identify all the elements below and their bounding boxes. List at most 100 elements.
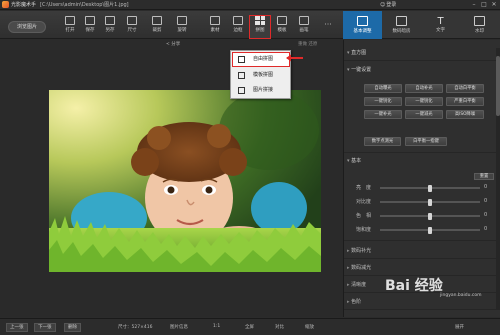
collage-dropdown-menu: 自由拼图 模板拼图 图片拼接 [230, 50, 291, 99]
resize-tool-label: 尺寸 [127, 28, 137, 33]
more-tool[interactable]: ··· [318, 16, 338, 38]
browse-images-button[interactable]: 浏览图片 [8, 21, 46, 33]
template-collage-item[interactable]: 模板拼图 [233, 69, 289, 82]
hue-knob[interactable] [428, 212, 432, 220]
basic-section[interactable]: 基本 [347, 157, 361, 164]
panel-scrollbar[interactable] [496, 48, 500, 310]
brightness-label: 亮 度 [356, 185, 372, 191]
digital-spot-metering-button[interactable]: 数字点测光 [364, 137, 401, 146]
prev-image-button[interactable]: 上一张 [6, 323, 28, 332]
redo-restore-buttons[interactable]: 重做 还原 [298, 41, 317, 47]
one-key-sharpen-button[interactable]: 一键锐化 [364, 97, 402, 106]
one-key-reduce-light-button[interactable]: 一键减光 [405, 110, 443, 119]
border-tool[interactable]: 边框 [228, 16, 248, 38]
resize-tool[interactable]: 尺寸 [122, 16, 142, 38]
border-icon [233, 16, 243, 25]
histogram-section[interactable]: 直方图 [347, 49, 366, 56]
divider [344, 152, 500, 153]
fullscreen-button[interactable]: 全屏 [245, 324, 254, 330]
baidu-watermark-url: jingyan.baidu.com [440, 293, 482, 298]
actual-size-button[interactable]: 1:1 [213, 324, 220, 329]
material-tool[interactable]: 素材 [205, 16, 225, 38]
share-button[interactable]: < 分享 [166, 41, 180, 47]
free-collage-item[interactable]: 自由拼图 [232, 52, 290, 67]
canvas-toolbar: < 分享 重做 还原 [0, 40, 343, 50]
contrast-slider[interactable] [380, 198, 480, 206]
brightness-slider[interactable] [380, 184, 480, 192]
saturation-label: 饱和度 [356, 227, 372, 233]
brightness-knob[interactable] [428, 184, 432, 192]
save-as-tool[interactable]: 另存 [100, 16, 120, 38]
contrast-label: 对比度 [356, 199, 372, 205]
crop-icon [152, 16, 162, 25]
delete-button[interactable]: 删除 [64, 323, 81, 332]
auto-exposure-button[interactable]: 自动曝光 [364, 84, 402, 93]
baidu-watermark: Bai 经验 [385, 278, 443, 294]
brush-tool[interactable]: 画笔 [294, 16, 314, 38]
free-collage-icon [238, 56, 245, 63]
template-tool-label: 模板 [277, 28, 287, 33]
tab-basic-adjust-label: 基本调整 [353, 29, 372, 34]
close-button[interactable]: ✕ [490, 1, 498, 8]
collage-tool[interactable]: 拼图 [249, 15, 271, 39]
zoom-button[interactable]: 缩放 [305, 324, 314, 330]
reset-button[interactable]: 重置 [474, 173, 494, 180]
auto-fill-light-button[interactable]: 自动补光 [405, 84, 443, 93]
image-join-item[interactable]: 图片拼接 [233, 84, 289, 97]
tab-text-label: 文字 [436, 28, 445, 33]
template-tool[interactable]: 模板 [272, 16, 292, 38]
tab-darkroom-label: 数码暗房 [392, 29, 411, 34]
maximize-button[interactable]: □ [480, 1, 488, 8]
saturation-slider[interactable] [380, 226, 480, 234]
material-icon [210, 16, 220, 25]
basic-adjust-icon [357, 16, 368, 26]
app-title: 光影魔术手 [11, 2, 37, 8]
resize-icon [127, 16, 137, 25]
red-arrow-annotation [286, 54, 303, 62]
image-join-label: 图片拼接 [253, 87, 274, 93]
rotate-tool-label: 旋转 [177, 28, 187, 33]
image-canvas[interactable] [0, 50, 343, 317]
save-icon [85, 16, 95, 25]
fill-light-section[interactable]: 数码补光 [347, 247, 371, 254]
crop-tool-label: 裁剪 [152, 28, 162, 33]
open-tool[interactable]: 打开 [60, 16, 80, 38]
template-icon [277, 16, 287, 25]
tab-basic-adjust[interactable]: 基本调整 [343, 11, 382, 39]
clarity-section[interactable]: 清晰度 [347, 281, 366, 288]
file-path: [C:\Users\admin\Desktop\图片1.jpg] [40, 2, 129, 8]
white-balance-picker-button[interactable]: 白平衡一指键 [405, 137, 447, 146]
material-tool-label: 素材 [210, 28, 220, 33]
next-image-button[interactable]: 下一张 [34, 323, 56, 332]
tab-watermark[interactable]: 水印 [460, 11, 499, 39]
hue-label: 色 相 [356, 213, 372, 219]
divider [344, 258, 500, 259]
login-label: 登录 [386, 2, 397, 8]
save-tool[interactable]: 保存 [80, 16, 100, 38]
collage-tool-label: 拼图 [255, 28, 265, 33]
hue-slider[interactable] [380, 212, 480, 220]
brush-tool-label: 画笔 [299, 28, 309, 33]
one-key-fill-light-button[interactable]: 一键补光 [364, 110, 402, 119]
image-join-icon [238, 87, 245, 94]
login-button[interactable]: ☺ 登录 [380, 1, 397, 9]
high-iso-denoise-button[interactable]: 高ISO降噪 [446, 110, 484, 119]
user-icon: ☺ [380, 1, 386, 8]
tab-darkroom[interactable]: 数码暗房 [382, 11, 421, 39]
one-key-section[interactable]: 一键设置 [347, 66, 371, 73]
auto-white-balance-button[interactable]: 自动白平衡 [446, 84, 484, 93]
contrast-knob[interactable] [428, 198, 432, 206]
expand-button[interactable]: 展开 [455, 324, 464, 330]
saturation-knob[interactable] [428, 226, 432, 234]
reduce-light-section[interactable]: 数码减光 [347, 264, 371, 271]
tab-text[interactable]: T 文字 [421, 11, 460, 39]
scrollbar-thumb[interactable] [496, 56, 500, 116]
levels-section[interactable]: 色阶 [347, 298, 361, 305]
strict-white-balance-button[interactable]: 严重白平衡 [446, 97, 484, 106]
compare-button[interactable]: 对比 [275, 324, 284, 330]
one-key-sharpen-2-button[interactable]: 一键锐化 [405, 97, 443, 106]
crop-tool[interactable]: 裁剪 [147, 16, 167, 38]
image-info-button[interactable]: 图片信息 [170, 324, 188, 330]
rotate-tool[interactable]: 旋转 [172, 16, 192, 38]
minimize-button[interactable]: – [470, 1, 478, 8]
